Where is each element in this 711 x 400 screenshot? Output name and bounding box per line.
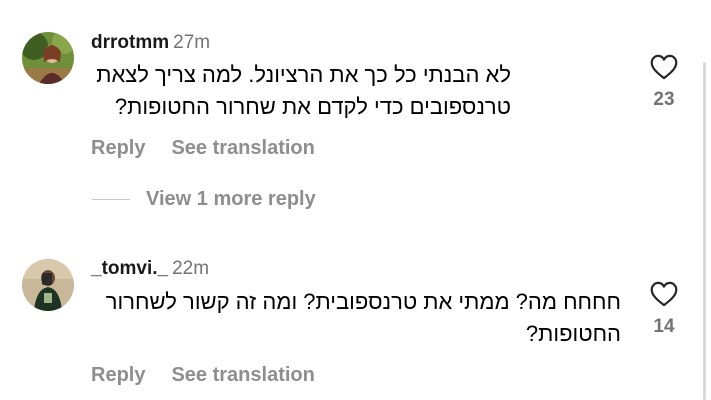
- comment-text-line: החטופות?: [525, 321, 621, 346]
- comment-text: חחחח מה? ממתי את טרנספובית? ומה זה קשור …: [91, 286, 621, 350]
- reply-button[interactable]: Reply: [91, 364, 145, 386]
- user-avatar-photo: [22, 259, 74, 311]
- view-more-replies[interactable]: View 1 more reply: [92, 188, 316, 212]
- comment-meta: drrotmm 27m: [91, 32, 210, 54]
- comment-actions: Reply See translation: [91, 364, 315, 387]
- user-avatar-photo: [22, 32, 74, 84]
- view-more-replies-label[interactable]: View 1 more reply: [146, 188, 316, 211]
- reply-button[interactable]: Reply: [91, 137, 145, 159]
- avatar[interactable]: [22, 259, 74, 311]
- comment-text-line: חחחח מה? ממתי את טרנספובית? ומה זה קשור …: [105, 289, 621, 314]
- comment-actions: Reply See translation: [91, 137, 315, 160]
- comment-text-line: לא הבנתי כל כך את הרציונל. למה צריך לצאת: [96, 62, 511, 87]
- see-translation-button[interactable]: See translation: [171, 137, 314, 159]
- timestamp: 22m: [172, 258, 210, 279]
- see-translation-button[interactable]: See translation: [171, 364, 314, 386]
- comment-text-line: טרנספובים כדי לקדם את שחרור החטופות?: [114, 94, 511, 119]
- heart-outline-icon[interactable]: [650, 281, 678, 307]
- username[interactable]: _tomvi._: [91, 258, 168, 279]
- like-control: 14: [640, 281, 688, 338]
- comment-text: לא הבנתי כל כך את הרציונל. למה צריך לצאת…: [91, 59, 511, 123]
- heart-outline-icon[interactable]: [650, 54, 678, 80]
- scrollbar[interactable]: [703, 62, 706, 400]
- username[interactable]: drrotmm: [91, 32, 169, 53]
- avatar[interactable]: [22, 32, 74, 84]
- comment-meta: _tomvi._ 22m: [91, 258, 209, 280]
- like-count: 23: [653, 89, 675, 110]
- like-count: 14: [653, 316, 675, 337]
- timestamp: 27m: [173, 32, 211, 53]
- replies-divider: [92, 199, 130, 200]
- like-control: 23: [640, 54, 688, 111]
